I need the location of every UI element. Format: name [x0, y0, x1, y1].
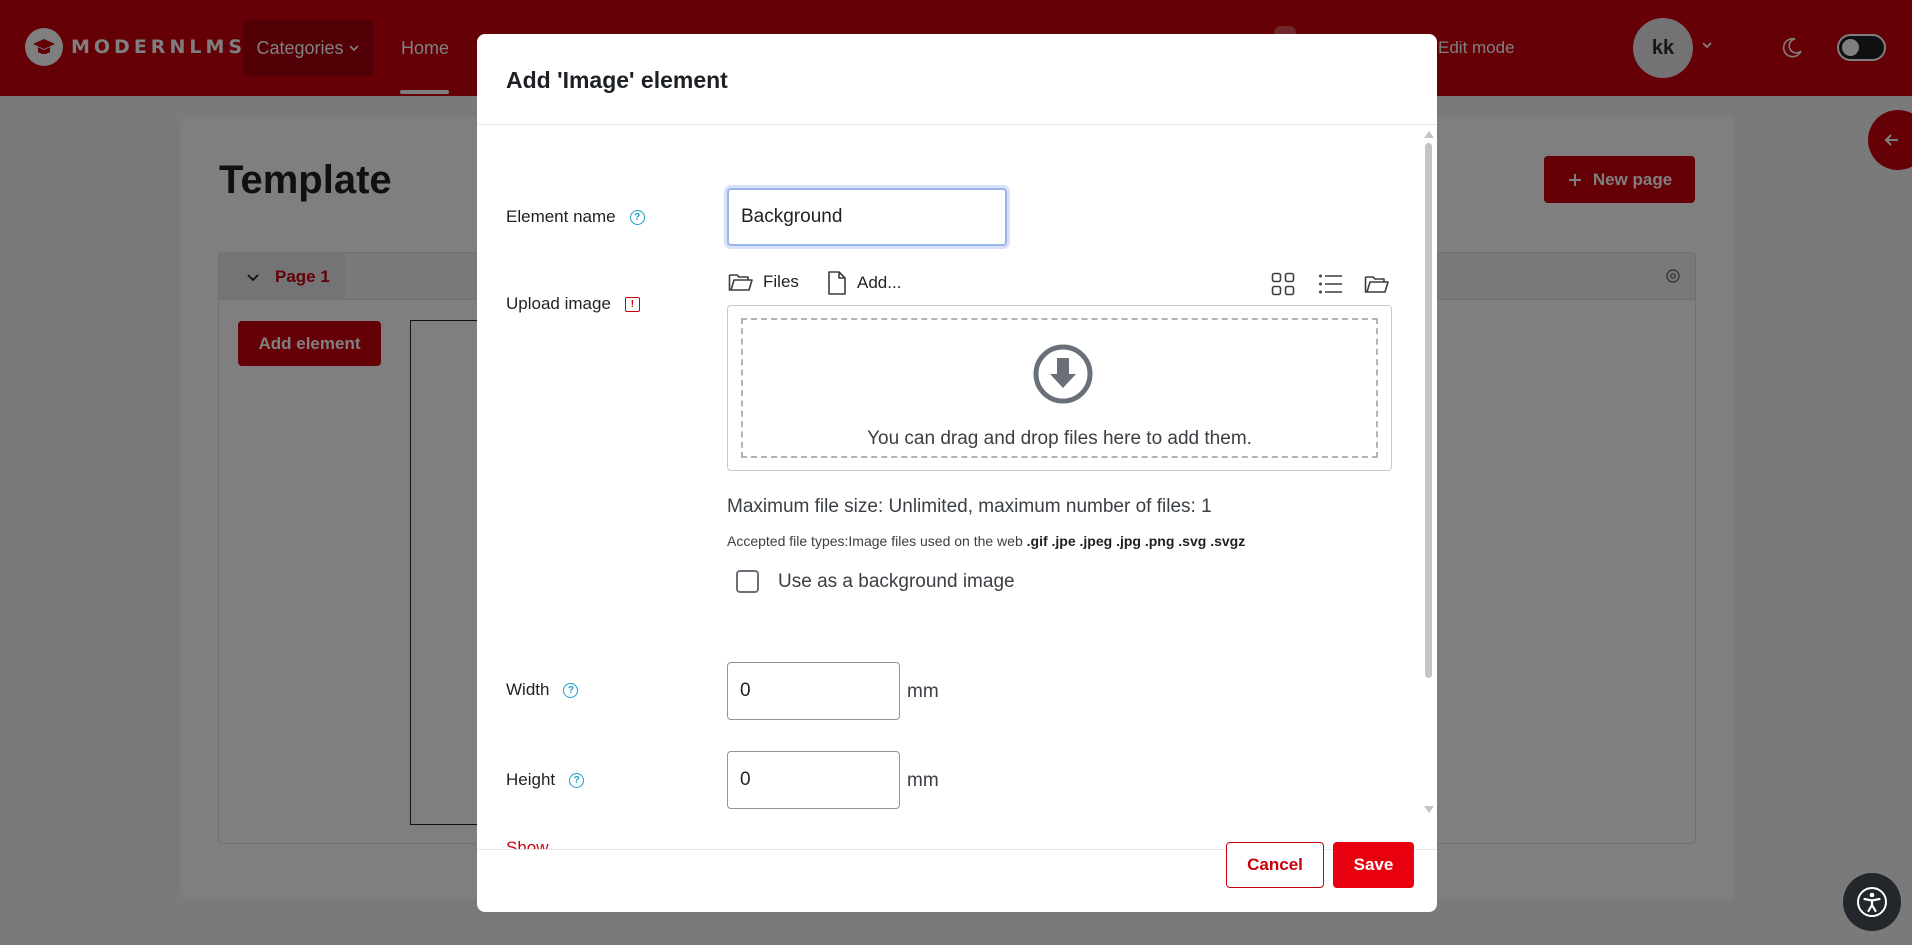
- scrollbar-thumb[interactable]: [1425, 143, 1432, 678]
- add-file-button[interactable]: Add...: [827, 271, 901, 295]
- help-icon[interactable]: ?: [569, 772, 585, 788]
- element-name-text: Element name: [506, 207, 616, 226]
- file-size-info: Maximum file size: Unlimited, maximum nu…: [727, 496, 1212, 517]
- files-button[interactable]: Files: [728, 271, 799, 293]
- element-name-input[interactable]: Background: [727, 188, 1007, 246]
- element-name-label: Element name ?: [506, 207, 645, 227]
- background-image-label[interactable]: Use as a background image: [778, 571, 1015, 593]
- scroll-up-arrow[interactable]: [1424, 131, 1434, 138]
- width-input[interactable]: 0: [727, 662, 900, 720]
- add-file-label: Add...: [857, 273, 902, 292]
- width-unit: mm: [907, 681, 939, 702]
- modal-title: Add 'Image' element: [506, 67, 728, 93]
- width-label: Width ?: [506, 680, 579, 700]
- accessibility-button[interactable]: [1843, 873, 1901, 931]
- height-text: Height: [506, 770, 556, 789]
- cancel-button[interactable]: Cancel: [1226, 842, 1324, 888]
- folder-tree-icon[interactable]: [1364, 273, 1390, 295]
- help-icon[interactable]: ?: [563, 682, 579, 698]
- file-icon: [828, 271, 846, 295]
- folder-icon: [728, 274, 753, 291]
- save-button[interactable]: Save: [1333, 842, 1414, 888]
- upload-image-text: Upload image: [506, 294, 611, 313]
- download-circle-icon: [1033, 344, 1093, 404]
- accepted-extensions: .gif .jpe .jpeg .jpg .png .svg .svgz: [1026, 533, 1246, 549]
- dropzone-area[interactable]: You can drag and drop files here to add …: [741, 318, 1378, 458]
- modal-body: Element name ? Background Upload image !…: [477, 125, 1437, 849]
- height-input[interactable]: 0: [727, 751, 900, 809]
- help-icon[interactable]: ?: [629, 209, 645, 225]
- file-dropzone[interactable]: You can drag and drop files here to add …: [727, 305, 1392, 471]
- modal-header: Add 'Image' element: [477, 34, 1437, 125]
- dropzone-text: You can drag and drop files here to add …: [867, 428, 1252, 449]
- background-image-checkbox[interactable]: [736, 570, 759, 593]
- height-label: Height ?: [506, 770, 585, 790]
- scroll-down-arrow[interactable]: [1424, 806, 1434, 813]
- accepted-prefix: Accepted file types:: [727, 533, 849, 549]
- grid-view-icon[interactable]: [1271, 272, 1295, 296]
- add-image-element-dialog: Add 'Image' element Element name ? Backg…: [477, 34, 1437, 912]
- accessibility-icon: [1857, 887, 1887, 917]
- accepted-desc: Image files used on the web: [848, 533, 1027, 549]
- width-text: Width: [506, 680, 550, 699]
- accepted-file-types: Accepted file types:Image files used on …: [727, 533, 1245, 549]
- upload-image-label: Upload image !: [506, 294, 640, 314]
- required-icon: !: [624, 296, 640, 312]
- show-label-partial: Show: [506, 838, 549, 849]
- list-view-icon[interactable]: [1318, 273, 1343, 295]
- height-unit: mm: [907, 770, 939, 791]
- files-label: Files: [763, 272, 799, 291]
